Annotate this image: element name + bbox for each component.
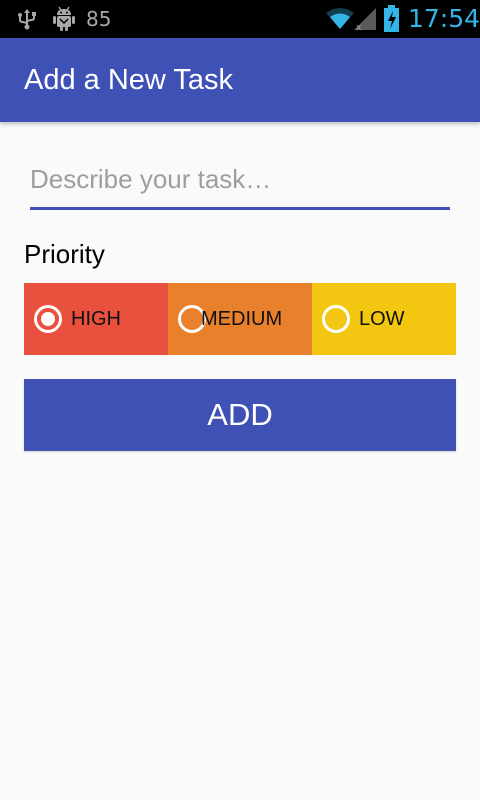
svg-text:x: x bbox=[356, 23, 362, 32]
priority-option-medium[interactable]: MEDIUM bbox=[168, 283, 312, 355]
priority-option-high[interactable]: HIGH bbox=[24, 283, 168, 355]
add-button[interactable]: ADD bbox=[24, 379, 456, 451]
task-description-input[interactable] bbox=[30, 158, 450, 210]
radio-selected-icon[interactable] bbox=[34, 305, 62, 333]
page-title: Add a New Task bbox=[24, 64, 234, 96]
priority-label: Priority bbox=[24, 239, 105, 269]
task-input-container bbox=[30, 158, 450, 214]
priority-option-label: HIGH bbox=[71, 308, 121, 330]
add-task-screen: 85 x 17:54 Add a New Task Priority HIG bbox=[0, 0, 480, 800]
wifi-icon bbox=[326, 8, 354, 29]
status-bar: 85 x 17:54 bbox=[0, 0, 480, 38]
priority-option-label: LOW bbox=[359, 308, 405, 330]
battery-level-text: 85 bbox=[86, 7, 112, 31]
radio-dot bbox=[41, 312, 55, 326]
priority-option-label: MEDIUM bbox=[201, 308, 283, 330]
android-debug-icon bbox=[53, 6, 75, 31]
priority-radio-group: HIGH MEDIUM LOW bbox=[24, 283, 456, 355]
usb-icon bbox=[18, 9, 36, 30]
battery-charging-icon bbox=[384, 5, 399, 32]
signal-icon: x bbox=[354, 8, 376, 32]
app-bar: Add a New Task bbox=[0, 38, 480, 122]
priority-option-low[interactable]: LOW bbox=[312, 283, 456, 355]
clock: 17:54 bbox=[408, 4, 480, 33]
radio-unselected-icon[interactable] bbox=[322, 305, 350, 333]
